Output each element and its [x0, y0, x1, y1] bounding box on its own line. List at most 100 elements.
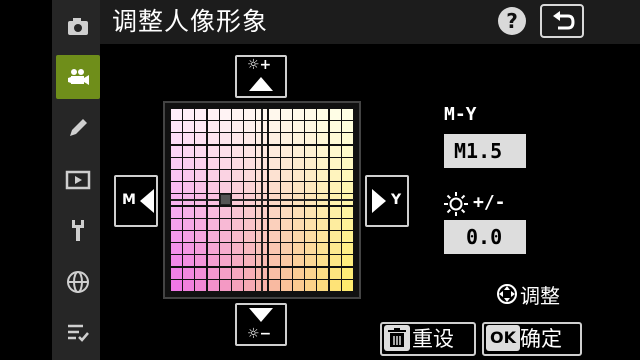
grid-cell [317, 121, 329, 133]
grid-cell [293, 182, 304, 194]
grid-cell [305, 218, 317, 230]
grid-cell [329, 255, 341, 267]
brightness-value: 0.0 [444, 220, 526, 254]
network-menu-tab[interactable] [56, 260, 100, 304]
grid-cell [329, 267, 341, 279]
back-button[interactable] [540, 4, 584, 38]
back-arrow-icon [553, 11, 575, 30]
grid-cell [317, 255, 329, 267]
grid-cell [171, 109, 182, 120]
grid-cell [219, 109, 231, 120]
grid-cell [244, 121, 256, 133]
grid-cell [195, 218, 207, 230]
yellow-label: Y [391, 192, 402, 208]
grid-cell [280, 182, 292, 194]
grid-cell [195, 206, 207, 218]
grid-cell [317, 218, 329, 230]
grid-cell [219, 170, 231, 181]
grid-cell [293, 109, 304, 120]
grid-cell [305, 255, 317, 267]
confirm-button[interactable]: OK 确定 [482, 322, 582, 356]
trash-key-icon [384, 325, 410, 351]
grid-cell [293, 255, 304, 267]
grid-cell [232, 157, 243, 169]
grid-cell [244, 206, 256, 218]
grid-cell [232, 231, 243, 242]
grid-cell [171, 157, 182, 169]
grid-cell [219, 255, 231, 267]
grid-cell [341, 255, 353, 267]
grid-cell [329, 133, 341, 145]
reset-button[interactable]: 重设 [380, 322, 476, 356]
grid-cell [244, 231, 256, 242]
grid-cell [341, 206, 353, 218]
grid-cell [317, 157, 329, 169]
grid-cell [305, 170, 317, 181]
grid-cell [341, 218, 353, 230]
grid-cell [171, 145, 182, 157]
grid-cell [171, 206, 182, 218]
grid-cell [195, 231, 207, 242]
grid-cell [293, 267, 304, 279]
grid-cell [244, 145, 256, 157]
grid-cell [195, 255, 207, 267]
grid-cell [268, 231, 280, 242]
grid-cell [341, 109, 353, 120]
grid-cell [244, 157, 256, 169]
multi-selector-icon [497, 284, 517, 304]
color-tone-grid[interactable] [163, 101, 361, 299]
magenta-button[interactable]: M [114, 175, 158, 227]
grid-cell [219, 121, 231, 133]
video-recording-menu-tab[interactable] [56, 55, 100, 99]
grid-cell [195, 170, 207, 181]
grid-cell [195, 267, 207, 279]
grid-cell [207, 231, 219, 242]
camera-icon [68, 18, 88, 35]
grid-cell [341, 133, 353, 145]
grid-cell [244, 267, 256, 279]
setup-menu-tab[interactable] [56, 208, 100, 252]
brightness-up-button[interactable]: ☼+ [235, 55, 287, 98]
grid-cell [341, 279, 353, 291]
grid-cell [232, 121, 243, 133]
grid-cell [232, 267, 243, 279]
grid-cell [195, 121, 207, 133]
custom-settings-menu-tab[interactable] [56, 106, 100, 150]
grid-cell [171, 218, 182, 230]
grid-cell [280, 206, 292, 218]
grid-cell [232, 145, 243, 157]
grid-cell [195, 133, 207, 145]
grid-cell [183, 218, 195, 230]
grid-cell [207, 121, 219, 133]
grid-cell [329, 243, 341, 255]
grid-cell [232, 109, 243, 120]
yellow-button[interactable]: Y [365, 175, 409, 227]
grid-cell [171, 267, 182, 279]
grid-cell [207, 267, 219, 279]
grid-cell [207, 182, 219, 194]
help-button[interactable]: ? [498, 7, 526, 35]
grid-cell [293, 121, 304, 133]
up-triangle-icon [249, 77, 273, 91]
grid-cell [232, 279, 243, 291]
playback-icon [65, 170, 91, 190]
grid-cell [317, 267, 329, 279]
grid-cell [341, 145, 353, 157]
grid-cell [293, 133, 304, 145]
grid-cell [183, 243, 195, 255]
grid-cell [244, 182, 256, 194]
grid-cell [207, 145, 219, 157]
photo-shooting-menu-tab[interactable] [56, 4, 100, 48]
grid-cell [207, 243, 219, 255]
grid-cell [305, 133, 317, 145]
brightness-down-button[interactable]: ☼− [235, 303, 287, 346]
right-triangle-icon [372, 189, 386, 213]
playback-menu-tab[interactable] [56, 158, 100, 202]
grid-cell [183, 109, 195, 120]
grid-cell [293, 157, 304, 169]
grid-cell [329, 206, 341, 218]
grid-cell [317, 133, 329, 145]
my-menu-tab[interactable] [56, 310, 100, 354]
grid-cell [219, 218, 231, 230]
grid-cell [329, 279, 341, 291]
